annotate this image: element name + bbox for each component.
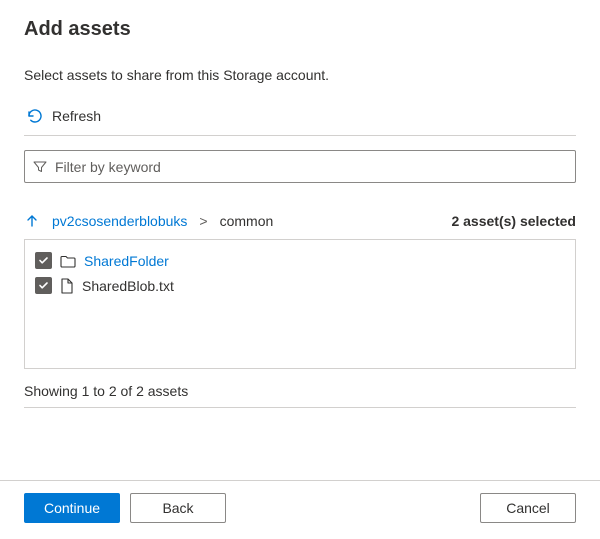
cancel-button[interactable]: Cancel — [480, 493, 576, 523]
back-button[interactable]: Back — [130, 493, 226, 523]
footer: Continue Back Cancel — [0, 480, 600, 539]
list-item[interactable]: SharedBlob.txt — [35, 273, 565, 298]
divider — [24, 407, 576, 408]
continue-button[interactable]: Continue — [24, 493, 120, 523]
selection-count: 2 asset(s) selected — [451, 213, 576, 229]
up-icon[interactable] — [24, 213, 40, 229]
page-subtitle: Select assets to share from this Storage… — [24, 67, 576, 83]
list-item-label[interactable]: SharedFolder — [84, 253, 169, 269]
filter-box[interactable] — [24, 150, 576, 183]
breadcrumb-separator: > — [199, 213, 207, 229]
file-icon — [60, 278, 74, 294]
filter-icon — [33, 160, 47, 174]
asset-list: SharedFolder SharedBlob.txt — [24, 239, 576, 369]
refresh-button[interactable]: Refresh — [24, 101, 576, 135]
breadcrumb-current: common — [220, 213, 274, 229]
checkbox[interactable] — [35, 252, 52, 269]
divider — [24, 135, 576, 136]
filter-input[interactable] — [55, 159, 567, 175]
checkbox[interactable] — [35, 277, 52, 294]
list-item[interactable]: SharedFolder — [35, 248, 565, 273]
breadcrumb: pv2csosenderblobuks > common 2 asset(s) … — [24, 213, 576, 229]
list-item-label: SharedBlob.txt — [82, 278, 174, 294]
folder-icon — [60, 254, 76, 268]
breadcrumb-parent[interactable]: pv2csosenderblobuks — [52, 213, 187, 229]
showing-text: Showing 1 to 2 of 2 assets — [24, 383, 576, 399]
refresh-label: Refresh — [52, 108, 101, 124]
refresh-icon — [26, 107, 44, 125]
page-title: Add assets — [24, 18, 576, 41]
